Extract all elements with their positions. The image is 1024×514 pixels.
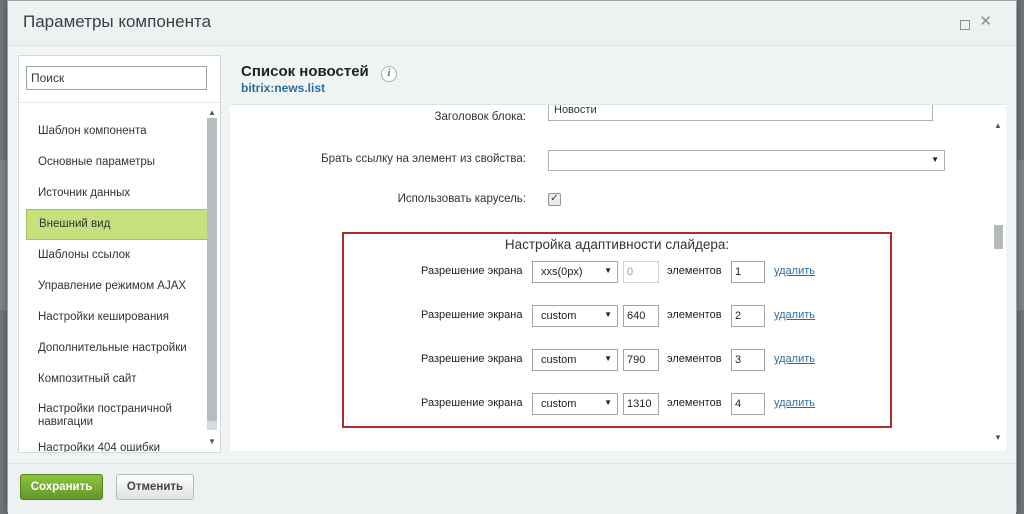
sidebar-item-additional[interactable]: Дополнительные настройки — [26, 333, 209, 364]
close-icon[interactable]: ✕ — [979, 14, 992, 29]
elements-count-input[interactable]: 2 — [731, 305, 765, 327]
resolution-px-input[interactable]: 1310 — [623, 393, 659, 415]
resolution-mode: xxs(0px) — [541, 266, 583, 278]
scroll-up-icon[interactable]: ▲ — [994, 121, 1002, 130]
sidebar-item-label: Настройки 404 ошибки — [38, 442, 161, 452]
search-input[interactable] — [26, 66, 207, 90]
caret-down-icon: ▼ — [604, 398, 612, 407]
component-title: Список новостей — [241, 63, 369, 80]
resolution-mode: custom — [541, 398, 577, 410]
cancel-button[interactable]: Отменить — [116, 474, 194, 500]
sidebar-item-ajax[interactable]: Управление режимом AJAX — [26, 271, 209, 302]
sidebar-item-label: Шаблоны ссылок — [38, 249, 131, 261]
resolution-mode: custom — [541, 310, 577, 322]
settings-content: Заголовок блока: Новости Брать ссылку на… — [230, 104, 1006, 451]
maximize-icon[interactable] — [960, 20, 970, 30]
elements-label: элементов — [667, 397, 722, 409]
sidebar-item-label: Источник данных — [38, 187, 131, 199]
sidebar-item-pagination[interactable]: Настройки постраничной навигации — [26, 395, 209, 433]
delete-link[interactable]: удалить — [774, 265, 815, 277]
elements-label: элементов — [667, 265, 722, 277]
scrollbar-thumb[interactable] — [207, 118, 217, 421]
delete-link[interactable]: удалить — [774, 397, 815, 409]
settings-sidebar: Шаблон компонента Основные параметры Ист… — [18, 55, 221, 453]
dialog-titlebar: Параметры компонента ✕ — [8, 1, 1016, 46]
sidebar-item-label: Настройки постраничной навигации — [38, 403, 172, 428]
adaptive-row: Разрешение экрана custom ▼ 790 элементов … — [344, 349, 890, 371]
caret-down-icon: ▼ — [604, 266, 612, 275]
resolution-select[interactable]: custom ▼ — [532, 349, 618, 371]
component-code: bitrix:news.list — [241, 81, 326, 95]
resolution-mode: custom — [541, 354, 577, 366]
sidebar-item-template[interactable]: Шаблон компонента — [26, 116, 209, 147]
resolution-select[interactable]: custom ▼ — [532, 305, 618, 327]
sidebar-item-main-params[interactable]: Основные параметры — [26, 147, 209, 178]
caret-down-icon: ▼ — [931, 155, 939, 164]
sidebar-item-data-source[interactable]: Источник данных — [26, 178, 209, 209]
sidebar-item-label: Внешний вид — [39, 218, 111, 230]
delete-link[interactable]: удалить — [774, 353, 815, 365]
resolution-label: Разрешение экрана — [421, 353, 523, 365]
adaptive-title: Настройка адаптивности слайдера: — [504, 237, 730, 252]
sidebar-item-appearance[interactable]: Внешний вид — [26, 209, 209, 240]
adaptive-row: Разрешение экрана xxs(0px) ▼ 0 элементов … — [344, 261, 890, 283]
caret-down-icon: ▼ — [604, 354, 612, 363]
content-scrollbar[interactable]: ▲ ▼ — [993, 121, 1004, 442]
resolution-px-input[interactable]: 640 — [623, 305, 659, 327]
adaptive-row: Разрешение экрана custom ▼ 1310 элементов… — [344, 393, 890, 415]
dialog-footer: Сохранить Отменить — [8, 463, 1016, 514]
block-title-field[interactable]: Новости — [548, 105, 933, 121]
delete-link[interactable]: удалить — [774, 309, 815, 321]
scrollbar-thumb[interactable] — [994, 225, 1003, 249]
elements-label: элементов — [667, 309, 722, 321]
link-property-label: Брать ссылку на элемент из свойства: — [321, 153, 526, 165]
dialog-title: Параметры компонента — [23, 12, 212, 31]
sidebar-scrollbar[interactable]: ▲ ▼ — [207, 108, 217, 448]
sidebar-item-label: Управление режимом AJAX — [38, 280, 187, 292]
resolution-label: Разрешение экрана — [421, 397, 523, 409]
sidebar-list: Шаблон компонента Основные параметры Ист… — [26, 116, 209, 452]
sidebar-item-label: Настройки кеширования — [38, 311, 169, 323]
resolution-label: Разрешение экрана — [421, 309, 523, 321]
component-settings-dialog: Параметры компонента ✕ Шаблон компонента… — [7, 0, 1017, 514]
carousel-checkbox[interactable]: ✓ — [548, 193, 561, 206]
resolution-select[interactable]: custom ▼ — [532, 393, 618, 415]
sidebar-item-404[interactable]: Настройки 404 ошибки — [26, 433, 209, 452]
resolution-label: Разрешение экрана — [421, 265, 523, 277]
elements-count-input[interactable]: 1 — [731, 261, 765, 283]
sidebar-item-cache[interactable]: Настройки кеширования — [26, 302, 209, 333]
sidebar-item-label: Дополнительные настройки — [38, 342, 187, 354]
elements-count-input[interactable]: 4 — [731, 393, 765, 415]
scroll-down-icon[interactable]: ▼ — [208, 437, 216, 446]
caret-down-icon: ▼ — [604, 310, 612, 319]
elements-count-input[interactable]: 3 — [731, 349, 765, 371]
scroll-up-icon[interactable]: ▲ — [208, 108, 216, 117]
resolution-select[interactable]: xxs(0px) ▼ — [532, 261, 618, 283]
info-icon[interactable]: i — [381, 66, 397, 82]
elements-label: элементов — [667, 353, 722, 365]
link-property-select[interactable]: ▼ — [548, 150, 945, 171]
carousel-label: Использовать карусель: — [397, 193, 526, 205]
slider-adaptive-settings: Настройка адаптивности слайдера: Разреше… — [342, 232, 892, 428]
sidebar-item-composite[interactable]: Композитный сайт — [26, 364, 209, 395]
sidebar-item-link-templates[interactable]: Шаблоны ссылок — [26, 240, 209, 271]
scroll-down-icon[interactable]: ▼ — [994, 433, 1002, 442]
sidebar-item-label: Композитный сайт — [38, 373, 137, 385]
sidebar-item-label: Основные параметры — [38, 156, 156, 168]
adaptive-row: Разрешение экрана custom ▼ 640 элементов … — [344, 305, 890, 327]
resolution-px-input[interactable]: 790 — [623, 349, 659, 371]
sidebar-divider — [19, 102, 220, 103]
sidebar-item-label: Шаблон компонента — [38, 125, 147, 137]
block-title-label: Заголовок блока: — [434, 111, 526, 123]
resolution-px-input[interactable]: 0 — [623, 261, 659, 283]
save-button[interactable]: Сохранить — [20, 474, 103, 500]
